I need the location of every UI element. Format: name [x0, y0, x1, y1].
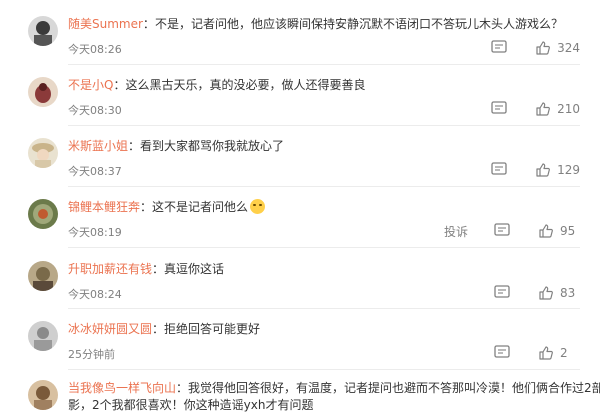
thumbs-up-icon[interactable]	[535, 101, 551, 117]
like-count: 324	[557, 41, 580, 55]
reply-icon[interactable]	[493, 284, 515, 302]
username-link[interactable]: 升职加薪还有钱	[68, 262, 152, 276]
divider	[68, 247, 580, 248]
like-count: 129	[557, 163, 580, 177]
thumbs-up-icon[interactable]	[538, 285, 554, 301]
comment-list: 随美Summer：不是，记者问他，他应该瞬间保持安静沉默不语闭口不答玩儿木头人游…	[0, 0, 600, 413]
avatar[interactable]	[28, 380, 58, 410]
username-link[interactable]: 米斯蓝小姐	[68, 139, 128, 153]
comment-line: 当我像鸟一样飞向山：我觉得他回答很好，有温度，记者提问也避而不答那叫冷漠！他们俩…	[68, 380, 600, 397]
comment-actions: 129	[490, 161, 580, 179]
comment-line: 不是小Q：这么黑古天乐，真的没必要，做人还得要善良	[68, 78, 366, 92]
comment-time: 今天08:24	[68, 288, 122, 301]
comment-line: 升职加薪还有钱：真逗你这话	[68, 262, 225, 276]
comment-text-continued: 影，2个我都很喜欢！你这种造谣yxh才有问题	[68, 398, 314, 412]
avatar[interactable]	[28, 321, 58, 351]
comment-actions: 83	[493, 284, 580, 302]
username-link[interactable]: 冰冰妍妍圆又圆	[68, 322, 152, 336]
comment-text: 不是，记者问他，他应该瞬间保持安静沉默不语闭口不答玩儿木头人游戏么？	[154, 17, 563, 31]
reply-icon[interactable]	[490, 161, 512, 179]
divider	[68, 369, 580, 370]
comment-actions: 210	[490, 100, 580, 118]
comment-time: 今天08:30	[68, 104, 122, 117]
reply-icon[interactable]	[490, 100, 512, 118]
username-link[interactable]: 随美Summer	[68, 17, 143, 31]
comment-text: 这么黑古天乐，真的没必要，做人还得要善良	[125, 78, 366, 92]
comment-actions: 324	[490, 39, 580, 57]
thumbs-up-icon[interactable]	[535, 40, 551, 56]
like-count: 83	[560, 286, 576, 300]
report-link[interactable]: 投诉	[444, 223, 468, 240]
like-count: 210	[557, 102, 580, 116]
sweat-emoji-icon	[250, 199, 266, 214]
username-link[interactable]: 不是小Q	[68, 78, 113, 92]
avatar[interactable]	[28, 199, 58, 229]
like-count: 2	[560, 346, 568, 360]
thumbs-up-icon[interactable]	[538, 345, 554, 361]
thumbs-up-icon[interactable]	[535, 162, 551, 178]
thumbs-up-icon[interactable]	[538, 223, 554, 239]
comment-time: 今天08:19	[68, 226, 122, 239]
comment-actions: 2	[493, 344, 580, 362]
reply-icon[interactable]	[490, 39, 512, 57]
avatar[interactable]	[28, 16, 58, 46]
comment-text: 真逗你这话	[164, 262, 225, 276]
avatar[interactable]	[28, 138, 58, 168]
comment-line: 锦鲤本鲤狂奔：这不是记者问他么	[68, 199, 266, 216]
divider	[68, 125, 580, 126]
comment-line: 米斯蓝小姐：看到大家都骂你我就放心了	[68, 139, 285, 153]
comment-time: 今天08:26	[68, 43, 122, 56]
username-link[interactable]: 锦鲤本鲤狂奔	[68, 200, 140, 214]
reply-icon[interactable]	[493, 222, 515, 240]
username-link[interactable]: 当我像鸟一样飞向山	[68, 381, 176, 395]
comment-line: 冰冰妍妍圆又圆：拒绝回答可能更好	[68, 322, 261, 336]
comment-text: 我觉得他回答很好，有温度，记者提问也避而不答那叫冷漠！他们俩合作过2部电	[188, 381, 600, 395]
reply-icon[interactable]	[493, 344, 515, 362]
comment-line: 随美Summer：不是，记者问他，他应该瞬间保持安静沉默不语闭口不答玩儿木头人游…	[68, 17, 563, 31]
divider	[68, 308, 580, 309]
comment-text: 这不是记者问他么	[152, 200, 249, 214]
comment-text: 拒绝回答可能更好	[164, 322, 261, 336]
like-count: 95	[560, 224, 576, 238]
divider	[68, 186, 580, 187]
comment-time: 今天08:37	[68, 165, 122, 178]
comment-actions: 投诉 95	[444, 222, 580, 240]
comment-text: 看到大家都骂你我就放心了	[140, 139, 285, 153]
avatar[interactable]	[28, 77, 58, 107]
comment-time: 25分钟前	[68, 348, 115, 361]
avatar[interactable]	[28, 261, 58, 291]
divider	[68, 64, 580, 65]
